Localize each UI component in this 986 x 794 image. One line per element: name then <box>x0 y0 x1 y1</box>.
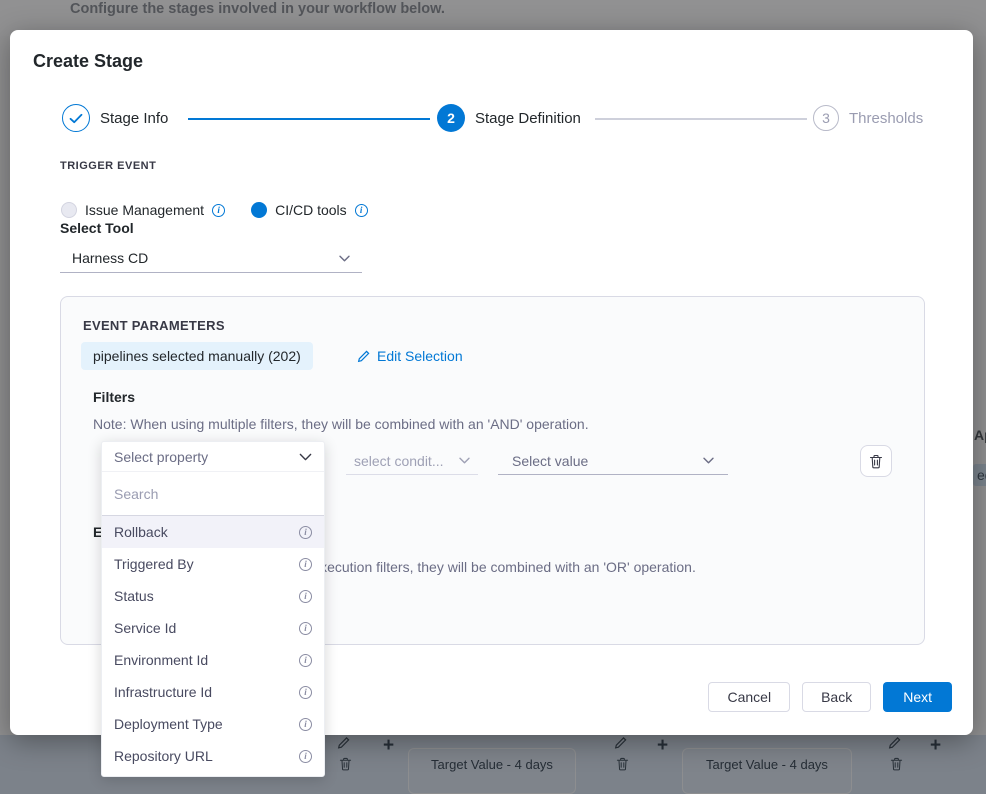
info-icon[interactable]: i <box>355 204 368 217</box>
step-thresholds[interactable]: 3 Thresholds <box>813 105 923 131</box>
step-label: Stage Definition <box>475 110 581 127</box>
menu-item-label: Infrastructure Id <box>114 684 212 700</box>
menu-item-label: Deployment Type <box>114 716 223 732</box>
property-select-popup: Select property Rollback i Triggered By … <box>101 441 325 777</box>
menu-item-deployment-type[interactable]: Deployment Type i <box>102 708 324 740</box>
screen: Configure the stages involved in your wo… <box>0 0 986 794</box>
condition-select-value: select condit... <box>354 453 444 469</box>
back-button[interactable]: Back <box>802 682 871 712</box>
info-icon[interactable]: i <box>212 204 225 217</box>
menu-item-environment-id[interactable]: Environment Id i <box>102 644 324 676</box>
menu-item-rollback[interactable]: Rollback i <box>102 516 324 548</box>
info-icon[interactable]: i <box>299 590 312 603</box>
radio-unselected-icon[interactable] <box>61 202 77 218</box>
menu-item-label: Triggered By <box>114 556 194 572</box>
select-tool-label: Select Tool <box>60 220 134 236</box>
step-label: Stage Info <box>100 110 168 127</box>
check-icon <box>69 113 83 124</box>
info-icon[interactable]: i <box>299 750 312 763</box>
trigger-event-radio-group: Issue Management i CI/CD tools i <box>61 202 394 218</box>
menu-item-label: Service Id <box>114 620 176 636</box>
info-icon[interactable]: i <box>299 654 312 667</box>
trigger-event-label: TRIGGER EVENT <box>60 160 156 172</box>
cancel-button[interactable]: Cancel <box>708 682 790 712</box>
value-select-value: Select value <box>512 453 588 469</box>
info-icon[interactable]: i <box>299 622 312 635</box>
menu-item-infrastructure-id[interactable]: Infrastructure Id i <box>102 676 324 708</box>
selection-chip: pipelines selected manually (202) <box>81 342 313 370</box>
radio-label: CI/CD tools <box>275 202 347 218</box>
radio-cicd-tools[interactable]: CI/CD tools i <box>251 202 368 218</box>
edit-selection-button[interactable]: Edit Selection <box>357 342 463 370</box>
event-parameters-title: EVENT PARAMETERS <box>83 318 225 333</box>
step-label: Thresholds <box>849 110 923 127</box>
condition-select[interactable]: select condit... <box>346 447 478 475</box>
step-check-circle <box>62 104 90 132</box>
event-parameters-panel: EVENT PARAMETERS pipelines selected manu… <box>60 296 925 645</box>
filters-note: Note: When using multiple filters, they … <box>93 416 589 432</box>
property-select-value: Select property <box>114 449 208 465</box>
property-menu: Rollback i Triggered By i Status i Servi… <box>102 516 324 776</box>
info-icon[interactable]: i <box>299 558 312 571</box>
menu-item-label: Rollback <box>114 524 168 540</box>
info-icon[interactable]: i <box>299 686 312 699</box>
chevron-down-icon <box>299 453 312 461</box>
chevron-down-icon <box>339 255 350 262</box>
step-stage-definition[interactable]: 2 Stage Definition <box>437 104 581 132</box>
value-select[interactable]: Select value <box>498 447 728 475</box>
menu-item-repository-url[interactable]: Repository URL i <box>102 740 324 772</box>
chevron-down-icon <box>459 457 470 464</box>
dialog-footer: Cancel Back Next <box>708 682 952 712</box>
radio-selected-icon[interactable] <box>251 202 267 218</box>
search-input[interactable] <box>102 472 324 516</box>
edit-selection-label: Edit Selection <box>377 348 463 364</box>
menu-item-label: Status <box>114 588 154 604</box>
step-number-circle: 3 <box>813 105 839 131</box>
menu-item-status[interactable]: Status i <box>102 580 324 612</box>
next-button[interactable]: Next <box>883 682 952 712</box>
filters-title: Filters <box>93 389 135 405</box>
menu-item-label: Environment Id <box>114 652 208 668</box>
info-icon[interactable]: i <box>299 526 312 539</box>
info-icon[interactable]: i <box>299 718 312 731</box>
dialog-title: Create Stage <box>33 51 143 72</box>
step-stage-info[interactable]: Stage Info <box>62 104 168 132</box>
menu-item-triggered-by[interactable]: Triggered By i <box>102 548 324 580</box>
create-stage-dialog: Create Stage Stage Info 2 Stage Definiti… <box>10 30 973 735</box>
menu-item-label: Repository URL <box>114 748 213 764</box>
radio-label: Issue Management <box>85 202 204 218</box>
trash-icon <box>869 454 883 469</box>
chevron-down-icon <box>703 457 714 464</box>
stepper-connector <box>188 118 430 120</box>
tool-select-value: Harness CD <box>72 250 148 266</box>
delete-filter-button[interactable] <box>860 445 892 477</box>
property-select[interactable]: Select property <box>102 442 324 472</box>
stepper-connector <box>595 118 807 120</box>
pencil-icon <box>357 350 370 363</box>
radio-issue-management[interactable]: Issue Management i <box>61 202 225 218</box>
menu-item-service-id[interactable]: Service Id i <box>102 612 324 644</box>
tool-select[interactable]: Harness CD <box>60 244 362 273</box>
step-number-circle: 2 <box>437 104 465 132</box>
